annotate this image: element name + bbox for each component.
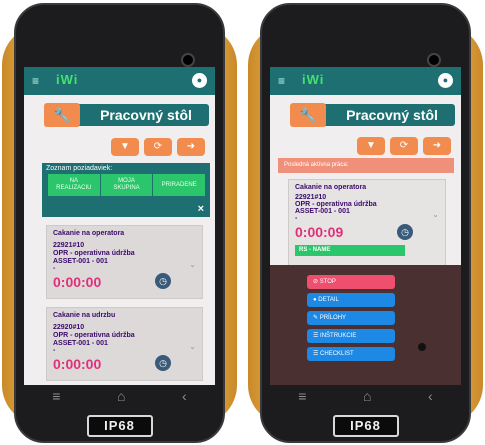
tab-na-realizaciu[interactable]: NA REALIZACIU [48,174,101,196]
request-card[interactable]: Cakanie na operatora 22921#10 OPR - oper… [46,225,203,299]
request-list-panel: Zoznam poziadaviek: NA REALIZACIU MOJA SKU… [42,163,210,217]
fab-dot-icon[interactable] [418,343,426,351]
page-title-bar: 🔧 Pracovný stôl [44,103,209,127]
phone-screen: ≡ iWi ● 🔧 Pracovný stôl ▼ ⟳ ➜ Zoznam poz… [24,67,215,385]
app-header: ≡ iWi ● [24,67,215,95]
card-type: OPR - operativna údržba [53,250,135,257]
refresh-button[interactable]: ⟳ [144,138,172,156]
card-dash: - [295,215,298,222]
card-dash: - [53,265,56,272]
tab-priradene[interactable]: PRIRADENE [153,174,207,196]
right-phone-device: ≡ iWi ● 🔧 Pracovný stôl ▼ ⟳ ➜ Posledná a… [248,3,483,443]
request-card[interactable]: Cakanie na udrzbu 22920#10 OPR - operati… [46,307,203,381]
stop-button[interactable]: ⊘ STOP [307,275,395,289]
card-id: 22920#10 [53,324,85,331]
checklist-button[interactable]: ☰ CHECKLIST [307,347,395,361]
page-title: Pracovný stôl [346,107,438,123]
avatar[interactable]: ● [438,73,453,88]
wrench-icon: 🔧 [290,103,326,127]
back-icon[interactable]: ‹ [428,388,433,404]
action-overlay: ⊘ STOP ● DETAIL ✎ PRÍLOHY ☰ INŠTRUKCIE ☰… [270,265,461,385]
toolbar: ▼ ⟳ ➜ [111,138,205,156]
clock-icon[interactable]: ◷ [155,273,171,289]
exit-button[interactable]: ➜ [423,137,451,155]
exit-button[interactable]: ➜ [177,138,205,156]
menu-icon[interactable]: ≡ [278,74,285,88]
filter-button[interactable]: ▼ [357,137,385,155]
menu-icon[interactable]: ≡ [32,74,39,88]
rs-name-badge: RS - NAME [295,245,405,256]
refresh-button[interactable]: ⟳ [390,137,418,155]
instructions-button[interactable]: ☰ INŠTRUKCIE [307,329,395,343]
chevron-down-icon[interactable]: ⌄ [432,210,439,219]
toolbar: ▼ ⟳ ➜ [357,137,451,155]
card-timer: 0:00:09 [295,224,344,240]
ip68-badge: IP68 [86,415,153,437]
request-tabs: NA REALIZACIU MOJA SKUPINA PRIRADENE [48,174,207,196]
card-id: 22921#10 [295,194,327,201]
menu-nav-icon[interactable]: ≡ [52,388,60,404]
menu-nav-icon[interactable]: ≡ [298,388,306,404]
wrench-icon: 🔧 [44,103,80,127]
close-icon[interactable]: × [198,203,204,215]
back-icon[interactable]: ‹ [182,388,187,404]
avatar[interactable]: ● [192,73,207,88]
card-title: Cakanie na operatora [53,230,125,237]
home-icon[interactable]: ⌂ [363,388,371,404]
active-request-card[interactable]: Cakanie na operatora 22921#10 OPR - oper… [288,179,446,271]
card-type: OPR - operativna údržba [53,332,135,339]
android-nav-bar: ≡ ⌂ ‹ [24,385,215,407]
card-asset: ASSET-001 - 001 [53,258,108,265]
app-header: ≡ iWi ● [270,67,461,95]
phone-screen: ≡ iWi ● 🔧 Pracovný stôl ▼ ⟳ ➜ Posledná a… [270,67,461,385]
card-id: 22921#10 [53,242,85,249]
home-icon[interactable]: ⌂ [117,388,125,404]
detail-button[interactable]: ● DETAIL [307,293,395,307]
page-title: Pracovný stôl [100,107,192,123]
page-title-bar: 🔧 Pracovný stôl [290,103,455,127]
attachments-button[interactable]: ✎ PRÍLOHY [307,311,395,325]
request-list-label: Zoznam poziadaviek: [46,165,113,172]
camera-icon [427,53,441,67]
app-logo: iWi [56,72,79,87]
card-asset: ASSET-001 - 001 [295,208,350,215]
app-logo: iWi [302,72,325,87]
card-asset: ASSET-001 - 001 [53,340,108,347]
clock-icon[interactable]: ◷ [397,224,413,240]
last-active-bar: Posledná aktívna práca: [278,158,454,173]
left-phone-device: ≡ iWi ● 🔧 Pracovný stôl ▼ ⟳ ➜ Zoznam poz… [2,3,237,443]
card-timer: 0:00:00 [53,356,102,372]
tab-moja-skupina[interactable]: MOJA SKUPINA [100,174,154,196]
ip68-badge: IP68 [332,415,399,437]
chevron-down-icon[interactable]: ⌄ [189,260,196,269]
filter-button[interactable]: ▼ [111,138,139,156]
card-dash: - [53,347,56,354]
card-title: Cakanie na operatora [295,184,367,191]
android-nav-bar: ≡ ⌂ ‹ [270,385,461,407]
card-title: Cakanie na udrzbu [53,312,116,319]
chevron-down-icon[interactable]: ⌄ [189,342,196,351]
card-timer: 0:00:00 [53,274,102,290]
card-type: OPR - operativna údržba [295,201,377,208]
camera-icon [181,53,195,67]
clock-icon[interactable]: ◷ [155,355,171,371]
